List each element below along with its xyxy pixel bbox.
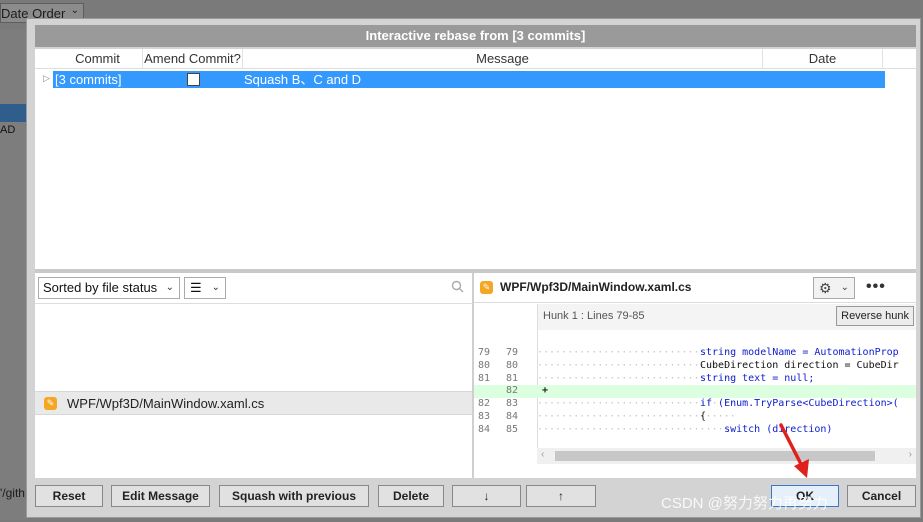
annotation-arrow-icon	[779, 423, 809, 478]
watermark: CSDN @努力努力再努力	[661, 495, 828, 512]
